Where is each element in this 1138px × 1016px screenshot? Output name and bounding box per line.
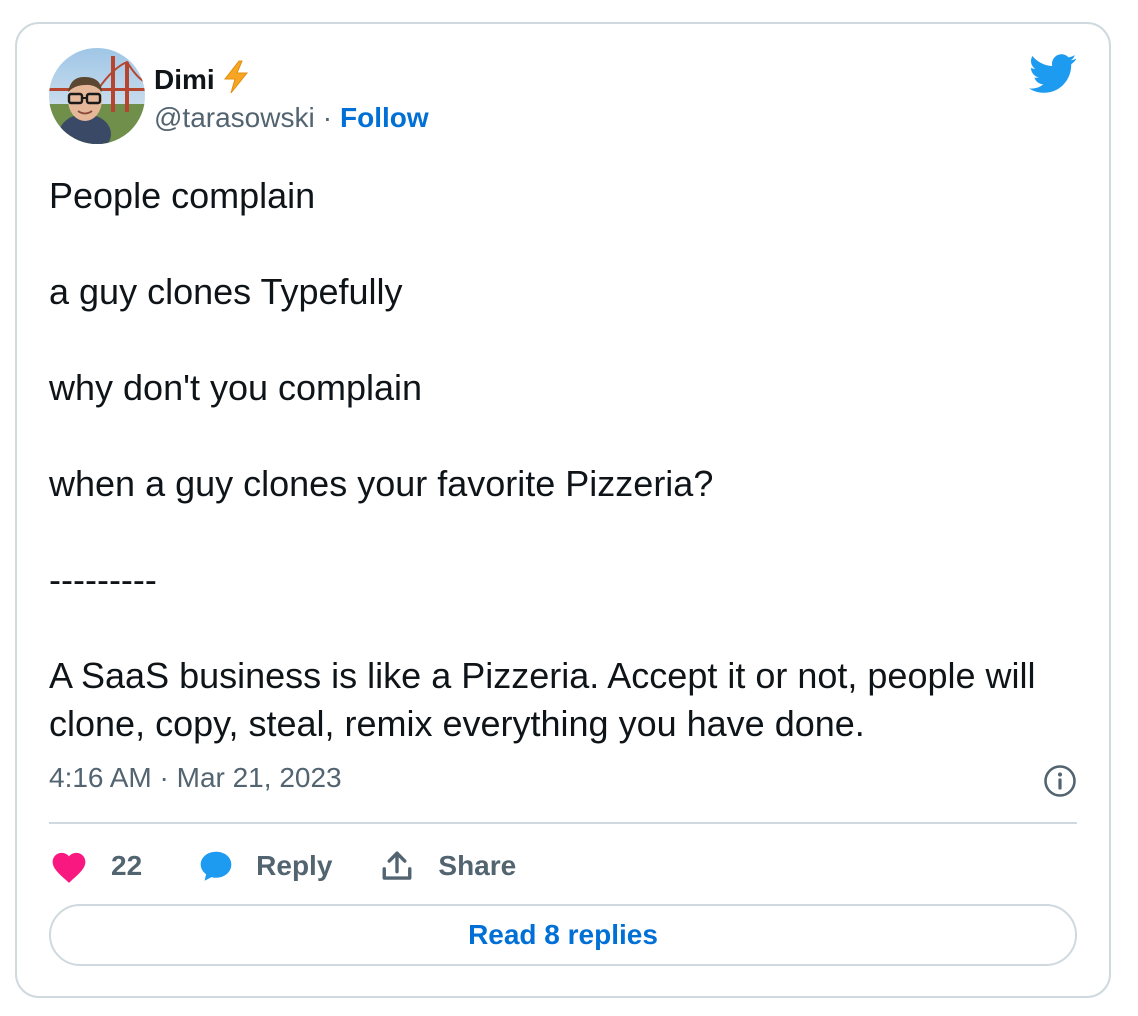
tweet-text: People complain a guy clones Typefully w… xyxy=(49,175,1036,744)
avatar[interactable] xyxy=(49,48,145,144)
lightning-bolt-icon xyxy=(221,60,251,99)
info-icon[interactable] xyxy=(1043,764,1077,798)
author-name[interactable]: Dimi xyxy=(154,64,215,96)
divider xyxy=(49,822,1077,824)
read-replies-button[interactable]: Read 8 replies xyxy=(49,904,1077,966)
author-name-row[interactable]: Dimi xyxy=(154,60,251,99)
author-handle-row: @tarasowski · Follow xyxy=(154,102,429,134)
tweet-actions: 22 Reply Share xyxy=(49,844,516,888)
tweet-timestamp[interactable]: 4:16 AM · Mar 21, 2023 xyxy=(49,762,342,794)
tweet-card: Dimi @tarasowski · Follow People complai… xyxy=(15,22,1111,998)
avatar-photo xyxy=(49,48,145,144)
reply-button[interactable]: Reply xyxy=(198,848,332,884)
author-handle[interactable]: @tarasowski xyxy=(154,102,315,134)
like-button[interactable]: 22 xyxy=(49,848,142,884)
speech-bubble-icon xyxy=(198,848,234,884)
handle-separator: · xyxy=(322,102,333,133)
heart-icon xyxy=(49,848,89,884)
like-count: 22 xyxy=(111,850,143,881)
twitter-bird-icon[interactable] xyxy=(1029,54,1077,94)
share-label: Share xyxy=(438,850,517,881)
share-button[interactable]: Share xyxy=(380,848,516,884)
follow-button[interactable]: Follow xyxy=(340,102,429,134)
reply-label: Reply xyxy=(256,850,333,881)
share-upload-icon xyxy=(380,848,414,884)
